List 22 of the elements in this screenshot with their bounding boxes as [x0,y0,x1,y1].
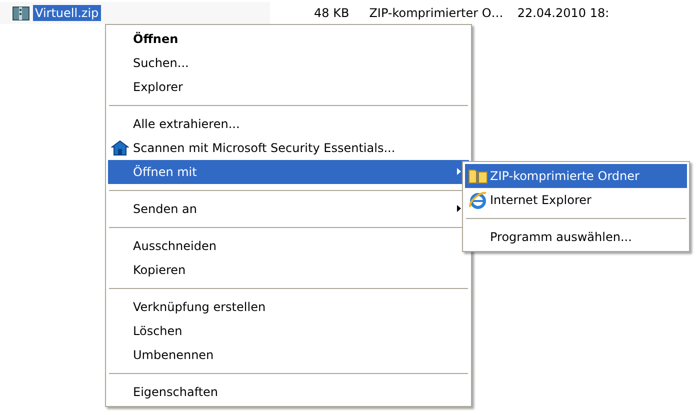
menu-item[interactable]: Löschen [108,319,469,343]
zip-folder-icon [468,167,488,184]
menu-item[interactable]: Programm auswählen... [465,225,687,249]
zip-folder-icon [12,5,30,21]
menu-item[interactable]: Öffnen mit [108,160,469,184]
menu-item[interactable]: Alle extrahieren... [108,112,469,136]
house-icon [111,139,129,156]
menu-item[interactable]: Scannen mit Microsoft Security Essentials... [108,136,469,160]
submenu-arrow-icon [457,205,461,212]
file-date: 22.04.2010 18: [517,6,610,20]
menu-item[interactable]: Kopieren [108,258,469,282]
menu-item[interactable]: ZIP-komprimierte Ordner [465,164,687,188]
menu-item[interactable]: Explorer [108,75,469,99]
menu-item[interactable]: Öffnen [108,27,469,51]
menu-item[interactable]: Verknüpfung erstellen [108,295,469,319]
menu-item[interactable]: Umbenennen [108,343,469,367]
browser-icon [468,191,488,209]
file-name[interactable]: Virtuell.zip [33,5,101,21]
menu-item[interactable]: Eigenschaften [108,380,469,404]
menu-item[interactable]: Suchen... [108,51,469,75]
file-size: 48 KB [314,6,350,20]
file-type: ZIP-komprimierter O… [369,6,504,20]
